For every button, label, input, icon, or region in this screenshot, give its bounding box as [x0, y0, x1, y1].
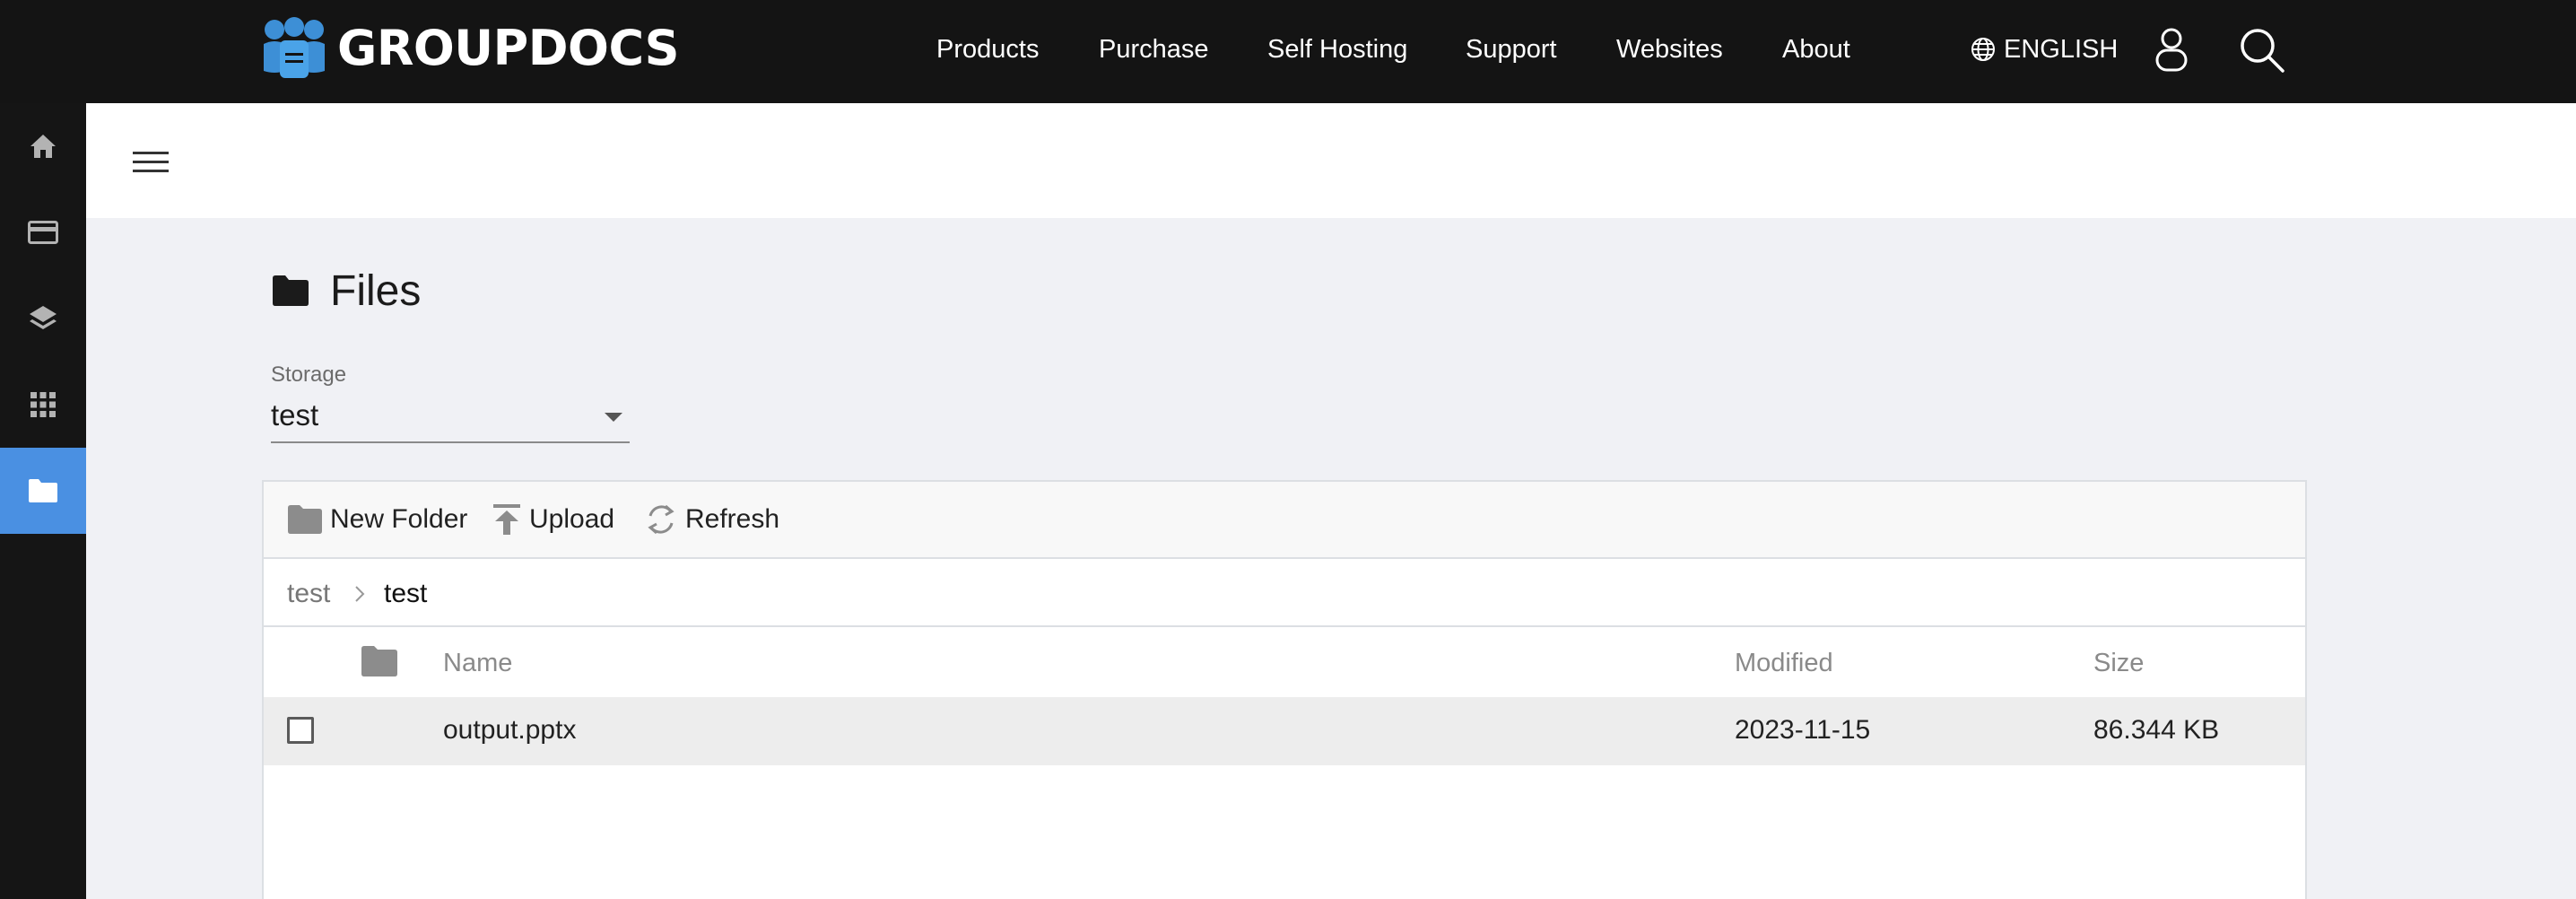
content-header: [86, 103, 2576, 218]
apps-grid-icon: [30, 392, 56, 417]
groupdocs-logo-icon: [264, 17, 325, 78]
refresh-icon: [648, 504, 674, 535]
page-title: Files: [271, 262, 421, 319]
page-title-text: Files: [330, 266, 422, 315]
folder-icon: [273, 275, 309, 306]
nav-about[interactable]: About: [1782, 34, 1850, 65]
menu-toggle-button[interactable]: [133, 149, 169, 180]
search-button[interactable]: [2239, 27, 2285, 78]
groupdocs-logo[interactable]: GROUPDOCS: [262, 16, 680, 81]
folder-icon: [361, 646, 397, 676]
nav-self-hosting[interactable]: Self Hosting: [1267, 34, 1407, 65]
storage-select[interactable]: test: [271, 391, 630, 443]
storage-selected-value: test: [271, 398, 319, 432]
refresh-label: Refresh: [685, 504, 780, 534]
search-icon: [2241, 29, 2284, 73]
nav-products[interactable]: Products: [936, 34, 1039, 65]
row-checkbox[interactable]: [287, 717, 314, 744]
nav-support[interactable]: Support: [1466, 34, 1557, 65]
column-header-size[interactable]: Size: [2093, 649, 2144, 678]
file-browser-panel: New Folder Upload Refresh test test Name…: [262, 480, 2307, 899]
upload-icon: [493, 504, 520, 535]
layers-icon: [30, 306, 57, 329]
sidebar-item-apps[interactable]: [0, 362, 86, 448]
upload-button[interactable]: Upload: [492, 502, 614, 537]
file-modified-date: 2023-11-15: [1735, 715, 1871, 745]
file-name[interactable]: output.pptx: [443, 715, 576, 746]
file-table-header: Name Modified Size: [264, 627, 2305, 697]
breadcrumb-root[interactable]: test: [287, 579, 330, 609]
sidebar-item-files[interactable]: [0, 448, 86, 534]
sidebar-item-billing[interactable]: [0, 189, 86, 275]
user-account-button[interactable]: [2154, 27, 2189, 76]
upload-label: Upload: [529, 504, 615, 534]
file-toolbar: New Folder Upload Refresh: [264, 482, 2305, 559]
table-row[interactable]: output.pptx 2023-11-15 86.344 KB: [264, 697, 2305, 765]
language-label: ENGLISH: [2004, 34, 2119, 64]
folder-icon: [29, 479, 57, 502]
chevron-right-icon: [355, 586, 365, 602]
new-folder-label: New Folder: [330, 504, 468, 534]
top-navigation-bar: GROUPDOCS Products Purchase Self Hosting…: [0, 0, 2576, 103]
sidebar-item-layers[interactable]: [0, 275, 86, 362]
storage-label: Storage: [271, 362, 347, 387]
language-selector[interactable]: ENGLISH: [1970, 34, 2118, 65]
user-icon: [2155, 28, 2188, 72]
credit-card-icon: [28, 221, 58, 244]
logo-text: GROUPDOCS: [337, 20, 680, 76]
breadcrumb-current: test: [384, 579, 428, 608]
new-folder-button[interactable]: New Folder: [287, 502, 467, 537]
refresh-button[interactable]: Refresh: [644, 502, 779, 537]
nav-purchase[interactable]: Purchase: [1099, 34, 1209, 65]
column-header-modified[interactable]: Modified: [1735, 649, 1833, 678]
sidebar-item-home[interactable]: [0, 103, 86, 189]
folder-icon: [288, 505, 322, 534]
caret-down-icon: [605, 413, 622, 422]
breadcrumb: test test: [264, 559, 2305, 627]
home-icon: [30, 135, 56, 158]
column-header-name[interactable]: Name: [443, 649, 512, 678]
file-size: 86.344 KB: [2093, 715, 2220, 745]
globe-icon: [1971, 38, 1995, 61]
left-sidebar: [0, 103, 86, 899]
nav-websites[interactable]: Websites: [1616, 34, 1723, 65]
hamburger-icon: [133, 152, 169, 172]
